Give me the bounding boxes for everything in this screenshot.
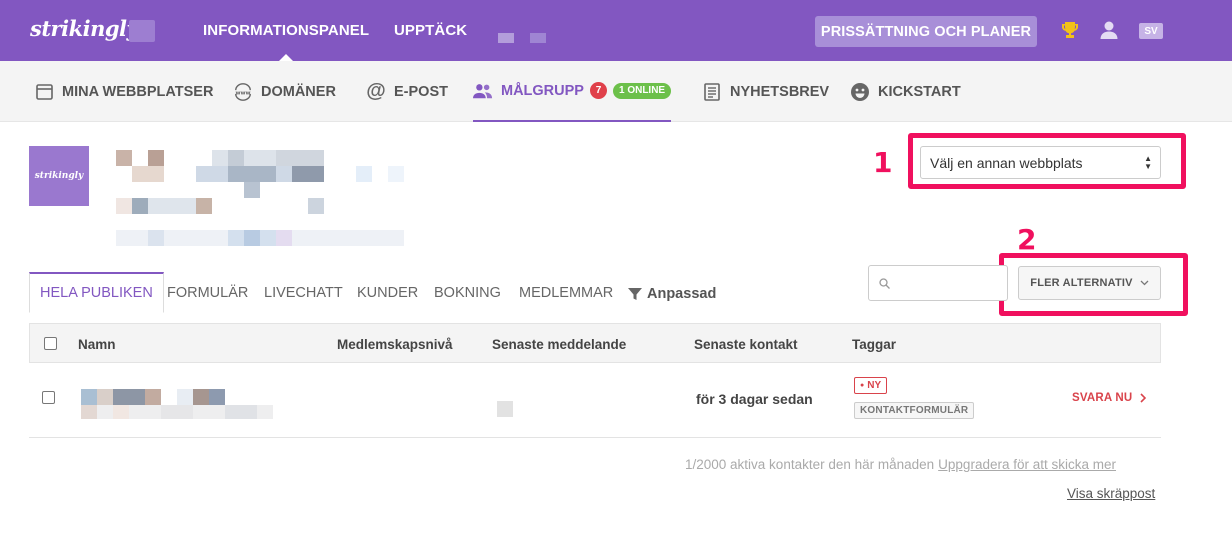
column-header-last-message[interactable]: Senaste meddelande (492, 324, 626, 364)
newsletter-icon (702, 82, 722, 102)
subnav-label: KICKSTART (878, 83, 961, 100)
column-header-membership[interactable]: Medlemskapsnivå (337, 324, 453, 364)
language-selector[interactable]: SV (1139, 23, 1163, 39)
user-icon[interactable] (1099, 20, 1119, 45)
chevron-down-icon (1140, 280, 1149, 286)
more-options-button[interactable]: FLER ALTERNATIV (1018, 266, 1161, 300)
contact-search-input[interactable] (868, 265, 1008, 301)
filter-icon (628, 287, 642, 300)
select-all-checkbox[interactable] (44, 337, 57, 350)
subnav-label: NYHETSBREV (730, 83, 830, 100)
smiley-icon (850, 82, 870, 102)
upgrade-link[interactable]: Uppgradera för att skicka mer (938, 457, 1116, 472)
column-header-last-contact[interactable]: Senaste kontakt (694, 324, 798, 364)
browser-window-icon (34, 82, 54, 102)
at-sign-icon: @ (366, 80, 386, 102)
www-globe-icon: www (233, 82, 253, 102)
highlight-box-site-selector (908, 133, 1186, 189)
tab-hela-publiken[interactable]: HELA PUBLIKEN (29, 272, 164, 313)
usage-count: 1/2000 aktiva kontakter den här månaden (685, 457, 935, 472)
trophy-icon[interactable] (1060, 20, 1080, 45)
blurred-logo-badge (129, 20, 155, 42)
reply-now-button[interactable]: SVARA NU (1072, 392, 1147, 404)
tab-formular[interactable]: FORMULÄR (167, 272, 248, 313)
users-icon (473, 81, 493, 101)
nav-upptack[interactable]: UPPTÄCK (394, 22, 467, 39)
subnav-malgrupp[interactable]: MÅLGRUPP 7 1 ONLINE (473, 61, 672, 122)
tab-anpassad-label: Anpassad (647, 285, 717, 302)
subnav-domaner[interactable]: www DOMÄNER (233, 61, 336, 122)
chevron-right-icon (1140, 393, 1147, 403)
subnav-kickstart[interactable]: KICKSTART (850, 61, 961, 122)
column-header-tags[interactable]: Taggar (852, 324, 896, 364)
contacts-table-header: Namn Medlemskapsnivå Senaste meddelande … (29, 323, 1161, 363)
table-row[interactable]: för 3 dagar sedan ● NY KONTAKTFORMULÄR S… (29, 363, 1161, 438)
tag-new-label: NY (867, 380, 882, 391)
notification-count-badge: 7 (589, 82, 607, 99)
annotation-number-1: 1 (873, 146, 893, 179)
row-checkbox[interactable] (42, 391, 55, 404)
tab-bokning[interactable]: BOKNING (434, 272, 501, 313)
pricing-button[interactable]: PRISSÄTTNING OCH PLANER (815, 16, 1037, 47)
subnav-label: DOMÄNER (261, 83, 336, 100)
top-bar: strikingly INFORMATIONSPANEL UPPTÄCK PRI… (0, 0, 1232, 61)
tag-new-badge[interactable]: ● NY (854, 377, 888, 394)
annotation-number-2: 2 (1017, 223, 1037, 256)
tab-anpassad[interactable]: Anpassad (628, 273, 716, 314)
subnav-e-post[interactable]: @ E-POST (366, 61, 448, 122)
nav-informationspanel[interactable]: INFORMATIONSPANEL (203, 22, 369, 39)
reply-now-label: SVARA NU (1072, 392, 1133, 404)
tag-contact-form-badge[interactable]: KONTAKTFORMULÄR (854, 402, 975, 419)
subnav-mina-webbplatser[interactable]: MINA WEBBPLATSER (34, 61, 213, 122)
tab-kunder[interactable]: KUNDER (357, 272, 418, 313)
svg-text:www: www (235, 90, 250, 96)
column-header-name[interactable]: Namn (78, 324, 116, 364)
tab-livechatt[interactable]: LIVECHATT (264, 272, 343, 313)
subnav-label: MÅLGRUPP (501, 82, 584, 99)
contacts-usage-text: 1/2000 aktiva kontakter den här månaden U… (685, 457, 1116, 472)
site-thumbnail[interactable]: strikingly (29, 146, 89, 206)
online-status-badge: 1 ONLINE (612, 82, 672, 99)
strikingly-logo[interactable]: strikingly (30, 16, 139, 41)
search-icon (879, 278, 890, 289)
show-spam-link[interactable]: Visa skräppost (1067, 486, 1155, 501)
subnav-label: E-POST (394, 83, 448, 100)
dot-icon: ● (860, 382, 865, 389)
blurred-nav-item (530, 33, 546, 43)
blurred-nav-item (498, 33, 514, 43)
tab-medlemmar[interactable]: MEDLEMMAR (519, 272, 613, 313)
more-options-label: FLER ALTERNATIV (1030, 277, 1133, 289)
subnav-nyhetsbrev[interactable]: NYHETSBREV (702, 61, 829, 122)
last-contact-time: för 3 dagar sedan (696, 391, 813, 407)
sub-navigation: MINA WEBBPLATSER www DOMÄNER @ E-POST MÅ… (0, 61, 1232, 122)
subnav-label: MINA WEBBPLATSER (62, 83, 214, 100)
